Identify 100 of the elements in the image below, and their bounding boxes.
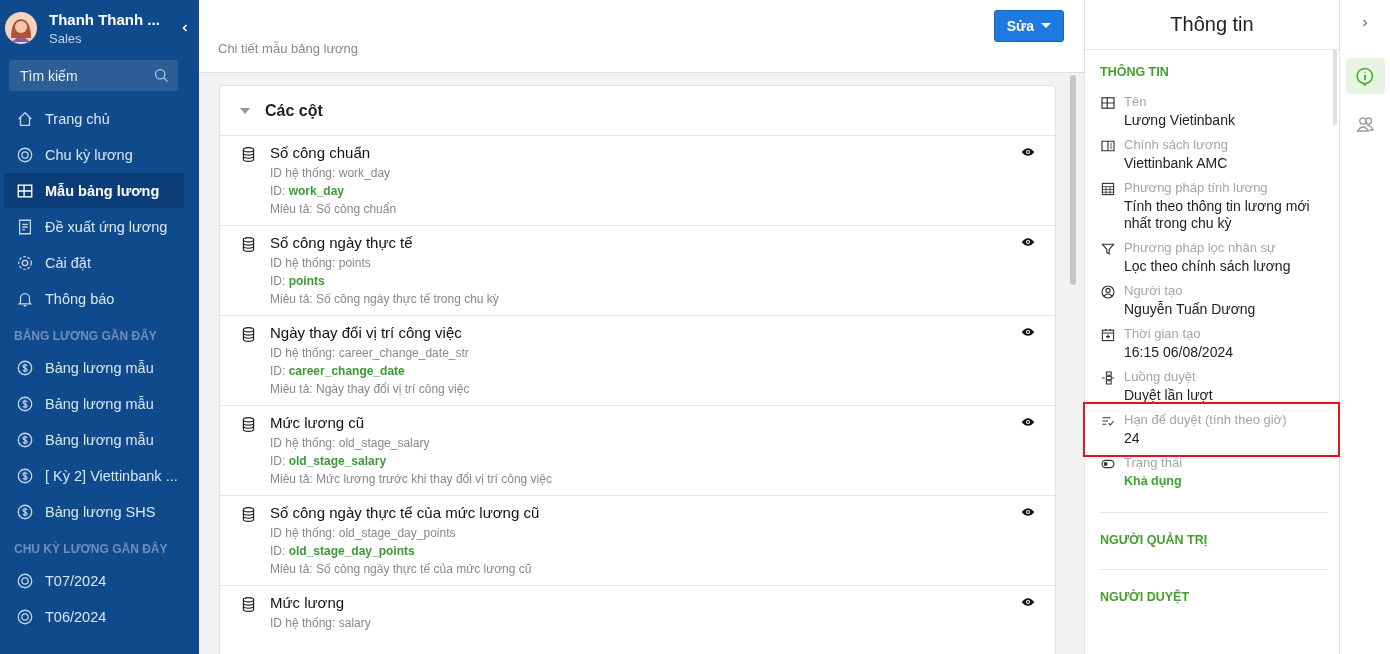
column-name: Mức lương	[270, 594, 346, 611]
layout-icon	[1100, 95, 1116, 111]
nav-item[interactable]: Chu kỳ lương	[4, 137, 184, 172]
eye-icon[interactable]	[1021, 327, 1035, 337]
users-icon	[1355, 114, 1375, 134]
eye-icon[interactable]	[1021, 147, 1035, 157]
dollar-icon	[16, 394, 34, 413]
edit-button[interactable]: Sửa	[993, 10, 1064, 42]
section-title: NGƯỜI DUYỆT	[1100, 590, 1191, 604]
system-id: ID hệ thống: old_stage_day_points	[270, 525, 457, 542]
dollar-icon	[16, 466, 34, 485]
user-name: Thanh Thanh ...	[49, 10, 161, 28]
calculator-icon	[1100, 181, 1116, 197]
section-title: CHU KỲ LƯƠNG GẦN ĐÂY	[13, 540, 169, 558]
recent-item[interactable]: Bảng lương mẫu	[4, 350, 184, 385]
eye-icon[interactable]	[1021, 237, 1035, 247]
field-label: Luồng duyệt	[1124, 369, 1197, 384]
recent-item[interactable]: [ Kỳ 2] Viettinbank ...	[4, 458, 184, 493]
system-id: ID hệ thống: old_stage_salary	[270, 435, 431, 452]
field-value: Tính theo thông tin lương mới nhất trong chu kỳ	[1124, 198, 1311, 232]
field-label: Trạng thái	[1124, 455, 1183, 470]
field-label: Thời gian tạo	[1124, 326, 1202, 341]
target-icon	[16, 607, 34, 626]
recent-item[interactable]: T06/2024	[4, 599, 184, 634]
field-value: Nguyễn Tuấn Dương	[1124, 301, 1256, 318]
target-icon	[16, 571, 34, 590]
recent-item[interactable]: Bảng lương mẫu	[4, 422, 184, 457]
eye-icon[interactable]	[1021, 417, 1035, 427]
field-value: Khả dụng	[1124, 473, 1183, 490]
book-icon	[1100, 138, 1116, 154]
column-name: Số công chuẩn	[270, 144, 372, 161]
page-subtitle: Chi tiết mẫu bảng lương	[218, 41, 359, 56]
database-icon	[240, 146, 257, 163]
column-name: Mức lương cũ	[270, 414, 366, 431]
database-icon	[240, 326, 257, 343]
field-label: Chính sách lương	[1124, 137, 1228, 152]
document-icon	[16, 217, 34, 236]
database-icon	[240, 596, 257, 613]
rail-tab[interactable]	[1345, 58, 1385, 94]
eye-icon[interactable]	[1021, 507, 1035, 517]
dollar-icon	[16, 430, 34, 449]
field-value: 16:15 06/08/2024	[1124, 344, 1233, 361]
layout-icon	[16, 181, 34, 200]
column-id: ID: old_stage_day_points	[270, 543, 416, 560]
target-icon	[16, 145, 34, 164]
nav-item[interactable]: Trang chủ	[4, 101, 184, 136]
caret-icon[interactable]	[240, 107, 250, 114]
dollar-icon	[16, 502, 34, 521]
search-field[interactable]: Tìm kiếm	[9, 60, 178, 91]
card-title: Các cột	[265, 101, 323, 120]
field-value: Lọc theo chính sách lương	[1124, 258, 1291, 275]
field-label: Người tạo	[1124, 283, 1184, 298]
expand-icon[interactable]	[1360, 18, 1370, 28]
column-name: Số công ngày thực tế của mức lương cũ	[270, 504, 541, 521]
section-title: BẢNG LƯƠNG GẦN ĐÂY	[13, 327, 158, 345]
recent-item[interactable]: Bảng lương SHS	[4, 494, 184, 529]
column-description: Miêu tả: Mức lương trước khi thay đổi vị trí công việc	[270, 471, 553, 488]
recent-item[interactable]: Bảng lương mẫu	[4, 386, 184, 421]
field-label: Phương pháp tính lương	[1124, 180, 1269, 195]
nav-item[interactable]: Cài đặt	[4, 245, 184, 280]
field-value: Lương Vietinbank	[1124, 112, 1235, 129]
avatar	[5, 12, 37, 44]
caret-icon	[1041, 23, 1051, 29]
field-label: Hạn để duyệt (tính theo giờ)	[1124, 412, 1287, 427]
column-description: Miêu tả: Số công ngày thực tế của mức lương cũ	[270, 561, 533, 578]
field-value: Viettinbank AMC	[1124, 155, 1228, 172]
collapse-icon[interactable]	[180, 23, 190, 33]
column-id: ID: work_day	[270, 183, 346, 200]
system-id: ID hệ thống: work_day	[270, 165, 392, 182]
recent-item[interactable]: T07/2024	[4, 563, 184, 598]
scrollbar[interactable]	[1070, 75, 1076, 285]
filter-icon	[1100, 241, 1116, 257]
info-icon	[1355, 66, 1375, 86]
field-label: Tên	[1124, 94, 1148, 109]
field-value: 24	[1124, 430, 1141, 447]
nav-item[interactable]: Thông báo	[4, 281, 184, 316]
settings-icon	[16, 253, 34, 272]
column-name: Ngày thay đổi vị trí công việc	[270, 324, 463, 341]
database-icon	[240, 236, 257, 253]
user-icon	[1100, 284, 1116, 300]
eye-icon[interactable]	[1021, 597, 1035, 607]
nav-item[interactable]: Mẫu bảng lương	[4, 173, 184, 208]
database-icon	[240, 506, 257, 523]
user-role: Sales	[49, 30, 83, 46]
panel-title: Thông tin	[1085, 0, 1339, 50]
nav-item[interactable]: Đề xuất ứng lương	[4, 209, 184, 244]
column-description: Miêu tả: Số công chuẩn	[270, 201, 398, 218]
column-id: ID: old_stage_salary	[270, 453, 388, 470]
dollar-icon	[16, 358, 34, 377]
column-description: Miêu tả: Số công ngày thực tế trong chu kỳ	[270, 291, 500, 308]
column-id: ID: points	[270, 273, 326, 290]
calendar-icon	[1100, 327, 1116, 343]
column-name: Số công ngày thực tế	[270, 234, 414, 251]
home-icon	[16, 109, 34, 128]
flow-icon	[1100, 370, 1116, 386]
column-id: ID: career_change_date	[270, 363, 406, 380]
column-description: Miêu tả: Ngày thay đổi vị trí công việc	[270, 381, 471, 398]
field-label: Phương pháp lọc nhân sự	[1124, 240, 1277, 255]
system-id: ID hệ thống: points	[270, 255, 372, 272]
search-icon[interactable]	[153, 67, 170, 84]
